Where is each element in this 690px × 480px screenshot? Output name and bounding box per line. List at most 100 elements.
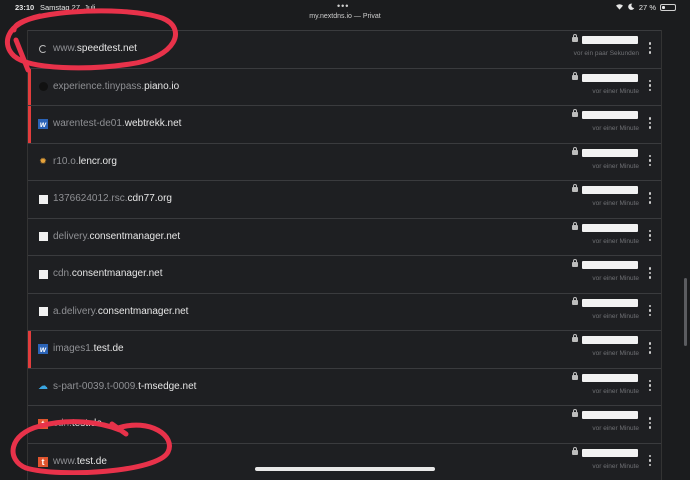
more-options-icon[interactable] bbox=[647, 80, 653, 94]
lock-icon bbox=[572, 450, 578, 455]
domain-subdomain: delivery. bbox=[53, 231, 90, 242]
query-time: vor einer Minute bbox=[592, 275, 639, 282]
query-time: vor einer Minute bbox=[592, 200, 639, 207]
lock-icon bbox=[572, 375, 578, 380]
white-square-icon bbox=[38, 269, 48, 279]
address-bar-url[interactable]: my.nextdns.io — Privat bbox=[0, 13, 690, 20]
domain-name: 1376624012.rsc.cdn77.org bbox=[53, 193, 172, 204]
query-time: vor einer Minute bbox=[592, 238, 639, 245]
redacted-device bbox=[582, 449, 638, 457]
query-time: vor einer Minute bbox=[592, 163, 639, 170]
webtrekk-icon: w bbox=[38, 119, 48, 129]
more-options-icon[interactable] bbox=[647, 305, 653, 319]
domain-name: cdn.consentmanager.net bbox=[53, 268, 163, 279]
more-options-icon[interactable] bbox=[647, 117, 653, 131]
domain-name: a.delivery.consentmanager.net bbox=[53, 306, 188, 317]
domain-name: experience.tinypass.piano.io bbox=[53, 81, 179, 92]
domain-name: s-part-0039.t-0009.t-msedge.net bbox=[53, 381, 196, 392]
query-time: vor einer Minute bbox=[592, 88, 639, 95]
list-item[interactable]: w images1.test.de vor einer Minute bbox=[28, 330, 661, 368]
more-options-icon[interactable] bbox=[647, 42, 653, 56]
query-time: vor einer Minute bbox=[592, 350, 639, 357]
list-item[interactable]: cdn.consentmanager.net vor einer Minute bbox=[28, 255, 661, 293]
white-square-icon bbox=[38, 307, 48, 317]
domain-name: images1.test.de bbox=[53, 343, 124, 354]
domain-subdomain: s-part-0039.t-0009. bbox=[53, 381, 138, 392]
lock-icon bbox=[572, 37, 578, 42]
browser-menu-dots[interactable]: ••• bbox=[337, 1, 349, 11]
lock-icon bbox=[572, 412, 578, 417]
lock-icon bbox=[572, 337, 578, 342]
query-time: vor einer Minute bbox=[592, 463, 639, 470]
status-date: Samstag 27. Juli bbox=[40, 3, 95, 12]
domain-root: speedtest.net bbox=[77, 43, 137, 54]
list-item[interactable]: a.delivery.consentmanager.net vor einer M… bbox=[28, 293, 661, 331]
domain-subdomain: a.delivery. bbox=[53, 306, 98, 317]
domain-root: test.de bbox=[94, 343, 124, 354]
home-indicator[interactable] bbox=[255, 467, 435, 471]
list-item[interactable]: ✹ r10.o.lencr.org vor einer Minute bbox=[28, 143, 661, 181]
lock-icon bbox=[572, 300, 578, 305]
domain-name: r10.o.lencr.org bbox=[53, 156, 117, 167]
more-options-icon[interactable] bbox=[647, 455, 653, 469]
spinner-icon bbox=[38, 44, 48, 54]
domain-root: cdn77.org bbox=[128, 193, 172, 204]
domain-subdomain: cdn. bbox=[53, 418, 72, 429]
lock-icon bbox=[572, 262, 578, 267]
list-item[interactable]: tcdn.test.devor einer Minute bbox=[28, 405, 661, 443]
moon-icon bbox=[628, 3, 635, 12]
domain-subdomain: cdn. bbox=[53, 268, 72, 279]
dark-circle-icon bbox=[38, 82, 48, 92]
status-bar: 23:10 Samstag 27. Juli ••• my.nextdns.io… bbox=[0, 0, 690, 14]
more-options-icon[interactable] bbox=[647, 155, 653, 169]
redacted-device bbox=[582, 74, 638, 82]
list-item[interactable]: experience.tinypass.piano.io vor einer Mi… bbox=[28, 68, 661, 106]
query-time: vor einer Minute bbox=[592, 425, 639, 432]
redacted-device bbox=[582, 261, 638, 269]
redacted-device bbox=[582, 111, 638, 119]
domain-root: lencr.org bbox=[79, 156, 117, 167]
domain-subdomain: www. bbox=[53, 43, 77, 54]
redacted-device bbox=[582, 411, 638, 419]
list-item[interactable]: ☁s-part-0039.t-0009.t-msedge.netvor eine… bbox=[28, 368, 661, 406]
domain-subdomain: 1376624012.rsc. bbox=[53, 193, 128, 204]
status-right: 27 % bbox=[615, 3, 676, 12]
redacted-device bbox=[582, 186, 638, 194]
more-options-icon[interactable] bbox=[647, 267, 653, 281]
domain-root: test.de bbox=[77, 456, 107, 467]
more-options-icon[interactable] bbox=[647, 192, 653, 206]
more-options-icon[interactable] bbox=[647, 380, 653, 394]
webtrekk-icon: w bbox=[38, 344, 48, 354]
scrollbar[interactable] bbox=[684, 278, 687, 346]
lock-icon bbox=[572, 187, 578, 192]
more-options-icon[interactable] bbox=[647, 230, 653, 244]
list-item[interactable]: twww.test.devor einer Minute bbox=[28, 443, 661, 480]
redacted-device bbox=[582, 336, 638, 344]
more-options-icon[interactable] bbox=[647, 417, 653, 431]
query-log-list: www.speedtest.netvor ein paar Sekundenex… bbox=[27, 30, 662, 480]
query-time: vor einer Minute bbox=[592, 313, 639, 320]
list-item[interactable]: wwarentest-de01.webtrekk.netvor einer Mi… bbox=[28, 105, 661, 143]
query-time: vor einer Minute bbox=[592, 125, 639, 132]
lock-icon bbox=[572, 225, 578, 230]
lock-icon bbox=[572, 112, 578, 117]
battery-icon bbox=[660, 4, 676, 11]
domain-name: cdn.test.de bbox=[53, 418, 102, 429]
list-item[interactable]: 1376624012.rsc.cdn77.org vor einer Minute bbox=[28, 180, 661, 218]
lock-icon bbox=[572, 150, 578, 155]
redacted-device bbox=[582, 36, 638, 44]
sun-icon: ✹ bbox=[38, 157, 48, 167]
redacted-device bbox=[582, 149, 638, 157]
domain-root: test.de bbox=[72, 418, 102, 429]
domain-name: delivery.consentmanager.net bbox=[53, 231, 180, 242]
domain-subdomain: r10.o. bbox=[53, 156, 79, 167]
domain-name: www.test.de bbox=[53, 456, 107, 467]
white-square-icon bbox=[38, 194, 48, 204]
lock-icon bbox=[572, 75, 578, 80]
domain-subdomain: warentest-de01. bbox=[53, 118, 125, 129]
more-options-icon[interactable] bbox=[647, 342, 653, 356]
cloud-icon: ☁ bbox=[38, 382, 48, 392]
status-time: 23:10 bbox=[15, 3, 34, 12]
list-item[interactable]: delivery.consentmanager.net vor einer Min… bbox=[28, 218, 661, 256]
list-item[interactable]: www.speedtest.netvor ein paar Sekunden bbox=[28, 30, 661, 68]
